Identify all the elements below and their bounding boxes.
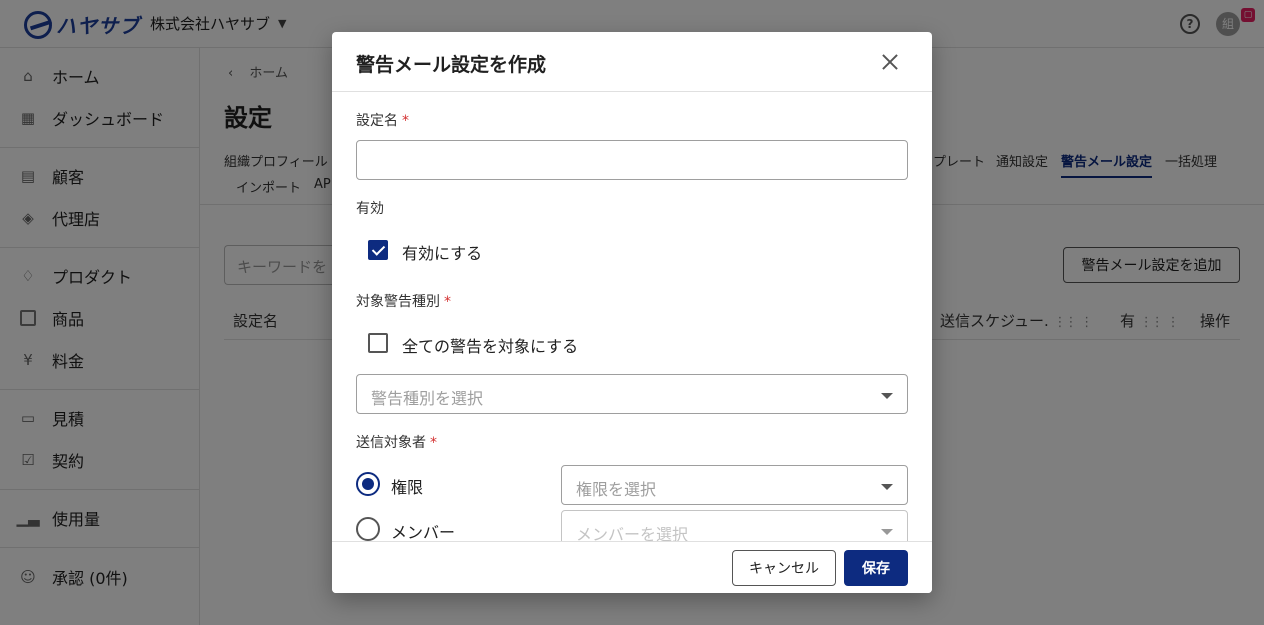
setting-name-label: 設定名 * bbox=[356, 113, 409, 129]
dialog-footer: キャンセル 保存 bbox=[332, 541, 932, 593]
setting-name-input[interactable] bbox=[356, 140, 908, 180]
create-alert-mail-dialog: 警告メール設定を作成 設定名 * 有効 有効にする 対象警告種別 * 全ての警告を対… bbox=[332, 32, 932, 593]
recipients-label: 送信対象者 * bbox=[356, 435, 437, 451]
enabled-checkbox[interactable] bbox=[368, 240, 388, 260]
enabled-checkbox-label[interactable]: 有効にする bbox=[402, 240, 482, 264]
all-alerts-checkbox[interactable] bbox=[368, 333, 388, 353]
required-mark: * bbox=[444, 294, 451, 310]
all-alerts-checkbox-label[interactable]: 全ての警告を対象にする bbox=[402, 333, 578, 357]
alert-type-label: 対象警告種別 * bbox=[356, 294, 451, 310]
dropdown-arrow-icon bbox=[881, 484, 893, 490]
close-icon[interactable] bbox=[880, 52, 900, 72]
dropdown-arrow-icon bbox=[881, 529, 893, 535]
member-radio[interactable] bbox=[356, 517, 380, 541]
cancel-button[interactable]: キャンセル bbox=[732, 550, 836, 586]
role-radio[interactable] bbox=[356, 472, 380, 496]
member-radio-label[interactable]: メンバー bbox=[391, 519, 455, 541]
alert-type-select[interactable]: 警告種別を選択 bbox=[356, 374, 908, 414]
alert-type-placeholder: 警告種別を選択 bbox=[371, 389, 484, 408]
enabled-label: 有効 bbox=[356, 201, 384, 217]
role-placeholder: 権限を選択 bbox=[576, 480, 657, 499]
member-select[interactable]: メンバーを選択 bbox=[561, 510, 908, 541]
role-select[interactable]: 権限を選択 bbox=[561, 465, 908, 505]
required-mark: * bbox=[430, 435, 437, 451]
required-mark: * bbox=[402, 113, 409, 129]
dialog-title: 警告メール設定を作成 bbox=[356, 54, 547, 76]
role-radio-label[interactable]: 権限 bbox=[391, 474, 423, 498]
dropdown-arrow-icon bbox=[881, 393, 893, 399]
save-button[interactable]: 保存 bbox=[844, 550, 908, 586]
dialog-body: 設定名 * 有効 有効にする 対象警告種別 * 全ての警告を対象にする 警告種別を選… bbox=[332, 92, 932, 541]
dialog-header: 警告メール設定を作成 bbox=[332, 32, 932, 92]
member-placeholder: メンバーを選択 bbox=[576, 525, 689, 541]
